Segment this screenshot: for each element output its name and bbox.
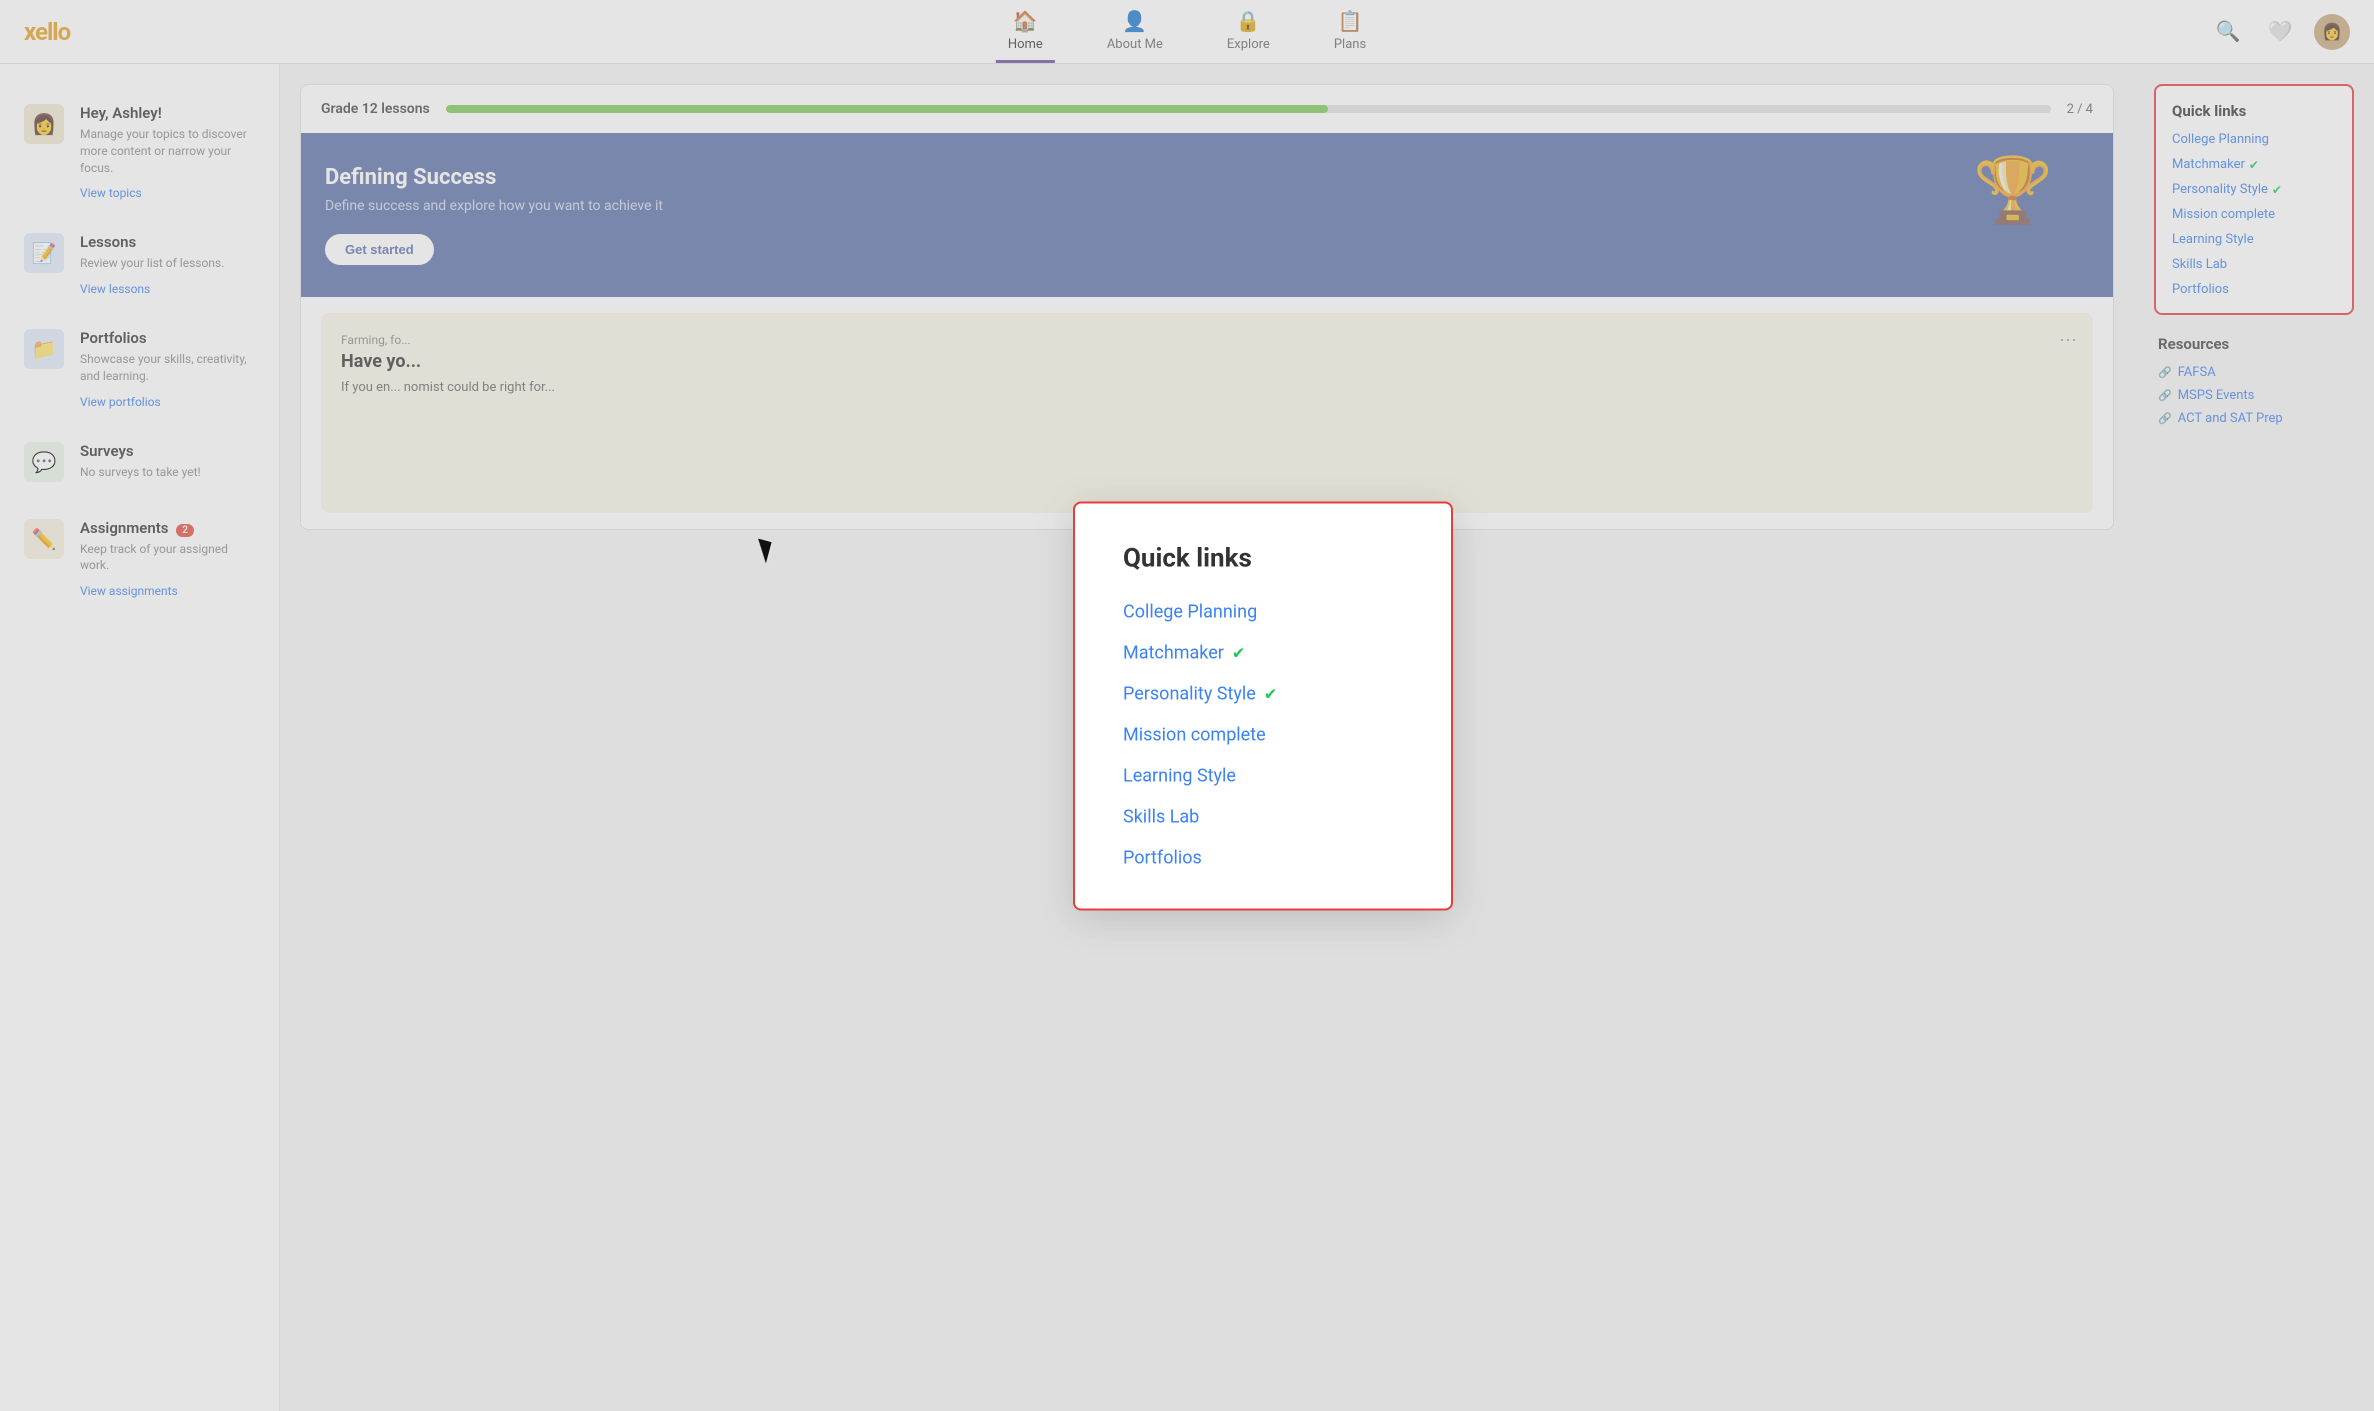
- popup-personality-style[interactable]: Personality Style ✔: [1123, 683, 1403, 704]
- popup-mission-complete[interactable]: Mission complete: [1123, 724, 1403, 745]
- popup-portfolios[interactable]: Portfolios: [1123, 847, 1403, 868]
- popup-personality-check: ✔: [1264, 684, 1277, 703]
- popup-matchmaker[interactable]: Matchmaker ✔: [1123, 642, 1403, 663]
- popup-college-planning[interactable]: College Planning: [1123, 601, 1403, 622]
- popup-skills-lab[interactable]: Skills Lab: [1123, 806, 1403, 827]
- quick-links-popup: Quick links College Planning Matchmaker …: [1073, 501, 1453, 910]
- popup-list: College Planning Matchmaker ✔ Personalit…: [1123, 601, 1403, 868]
- popup-matchmaker-check: ✔: [1232, 643, 1245, 662]
- popup-title: Quick links: [1123, 543, 1403, 573]
- popup-learning-style[interactable]: Learning Style: [1123, 765, 1403, 786]
